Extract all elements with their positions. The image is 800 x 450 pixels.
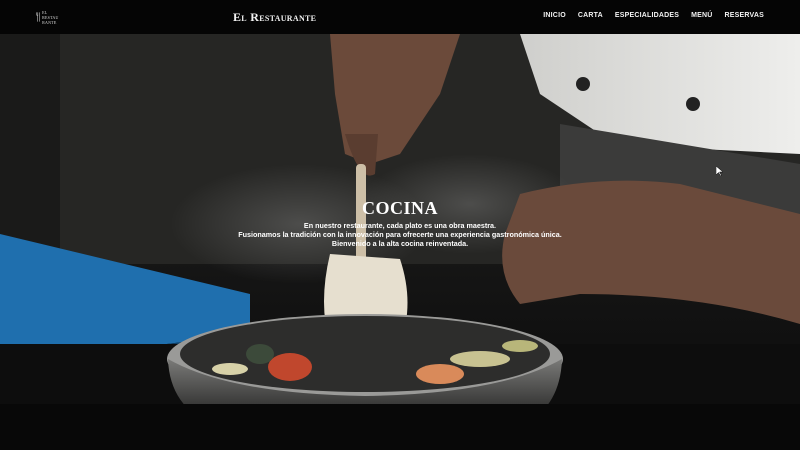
hero-description-line-3: Bienvenido a la alta cocina reinventada. bbox=[331, 239, 469, 248]
nav-link-especialidades[interactable]: ESPECIALIDADES bbox=[615, 12, 679, 19]
logo[interactable]: EL RESTAU RANTE bbox=[36, 7, 62, 27]
hero-title: COCINA bbox=[361, 198, 438, 218]
top-navbar: EL RESTAU RANTE El Restaurante INICIO CA… bbox=[0, 0, 800, 34]
hero-section: COCINA En nuestro restaurante, cada plat… bbox=[0, 34, 800, 450]
mouse-cursor-icon bbox=[716, 166, 724, 176]
fork-knife-icon bbox=[36, 12, 40, 22]
nav-link-inicio[interactable]: INICIO bbox=[543, 12, 566, 19]
hero-description-line-2: Fusionamos la tradición con la innovació… bbox=[238, 230, 562, 239]
site-title[interactable]: El Restaurante bbox=[233, 10, 316, 25]
logo-text: EL RESTAU RANTE bbox=[42, 9, 59, 25]
nav-link-reservas[interactable]: RESERVAS bbox=[725, 12, 764, 19]
main-nav: INICIO CARTA ESPECIALIDADES MENÚ RESERVA… bbox=[543, 12, 764, 19]
nav-link-menu[interactable]: MENÚ bbox=[691, 12, 712, 19]
nav-link-carta[interactable]: CARTA bbox=[578, 12, 603, 19]
hero-text-block: COCINA En nuestro restaurante, cada plat… bbox=[0, 198, 800, 248]
hero-description-line-1: En nuestro restaurante, cada plato es un… bbox=[303, 221, 497, 230]
